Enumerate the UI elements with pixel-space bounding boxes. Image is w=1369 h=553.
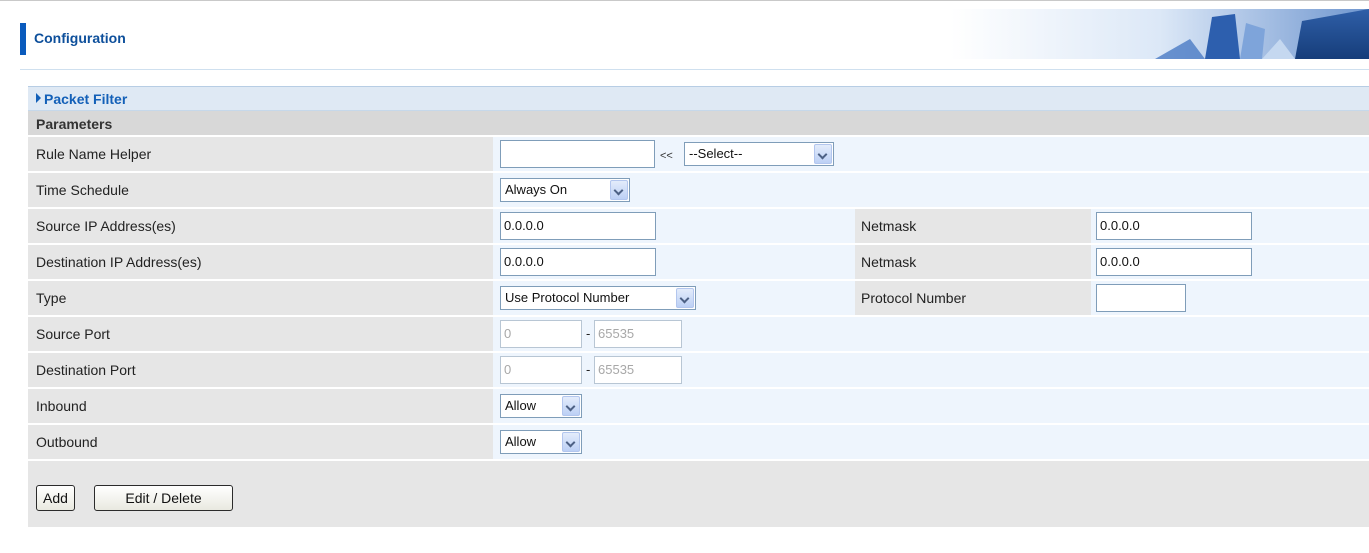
rule-name-input[interactable] (500, 140, 655, 168)
type-select[interactable]: Use Protocol Number (500, 286, 696, 310)
destination-ip-label: Destination IP Address(es) (36, 254, 202, 270)
source-port-to-input[interactable]: 65535 (594, 320, 682, 348)
chevron-down-icon[interactable] (610, 180, 628, 200)
inbound-label: Inbound (36, 398, 87, 414)
parameters-heading: Parameters (36, 116, 113, 132)
row-time-schedule: Time Schedule Always On (28, 173, 1369, 209)
source-port-from-input[interactable]: 0 (500, 320, 582, 348)
add-button[interactable]: Add (36, 485, 75, 511)
row-type: Type Use Protocol Number Protocol Number (28, 281, 1369, 317)
row-source-ip: Source IP Address(es) 0.0.0.0 Netmask 0.… (28, 209, 1369, 245)
page-header: Configuration (0, 1, 1369, 67)
time-schedule-label: Time Schedule (36, 182, 129, 198)
triangle-right-icon (36, 93, 41, 103)
rule-name-helper-select[interactable]: --Select-- (684, 142, 834, 166)
panel-title-bar: Packet Filter (28, 86, 1369, 111)
row-source-port: Source Port 0 - 65535 (28, 317, 1369, 353)
source-port-label: Source Port (36, 326, 110, 342)
rule-name-separator: << (660, 150, 673, 162)
row-destination-ip: Destination IP Address(es) 0.0.0.0 Netma… (28, 245, 1369, 281)
header-separator (20, 69, 1369, 70)
destination-port-dash: - (586, 362, 591, 377)
destination-netmask-label: Netmask (861, 254, 917, 270)
button-bar: Add Edit / Delete (28, 461, 1369, 527)
destination-port-from-input[interactable]: 0 (500, 356, 582, 384)
outbound-select[interactable]: Allow (500, 430, 582, 454)
source-ip-input[interactable]: 0.0.0.0 (500, 212, 656, 240)
panel-title: Packet Filter (44, 91, 128, 107)
source-ip-label: Source IP Address(es) (36, 218, 176, 234)
destination-port-label: Destination Port (36, 362, 136, 378)
time-schedule-select[interactable]: Always On (500, 178, 630, 202)
protocol-number-input[interactable] (1096, 284, 1186, 312)
destination-port-to-input[interactable]: 65535 (594, 356, 682, 384)
destination-ip-input[interactable]: 0.0.0.0 (500, 248, 656, 276)
page-title: Configuration (34, 30, 126, 46)
row-outbound: Outbound Allow (28, 425, 1369, 461)
title-accent-bar (20, 23, 26, 55)
packet-filter-panel: Packet Filter Parameters Rule Name Helpe… (28, 86, 1369, 553)
source-port-dash: - (586, 326, 591, 341)
protocol-number-label: Protocol Number (861, 290, 967, 306)
chevron-down-icon[interactable] (814, 144, 832, 164)
destination-netmask-input[interactable]: 0.0.0.0 (1096, 248, 1252, 276)
edit-delete-button[interactable]: Edit / Delete (94, 485, 233, 511)
chevron-down-icon[interactable] (562, 432, 580, 452)
row-rule-name-helper: Rule Name Helper << --Select-- (28, 137, 1369, 173)
chevron-down-icon[interactable] (562, 396, 580, 416)
rule-name-helper-label: Rule Name Helper (36, 146, 152, 162)
row-destination-port: Destination Port 0 - 65535 (28, 353, 1369, 389)
source-netmask-label: Netmask (861, 218, 917, 234)
source-netmask-input[interactable]: 0.0.0.0 (1096, 212, 1252, 240)
type-label: Type (36, 290, 67, 306)
parameters-header: Parameters (28, 111, 1369, 137)
row-inbound: Inbound Allow (28, 389, 1369, 425)
chevron-down-icon[interactable] (676, 288, 694, 308)
banner-graphic (950, 9, 1369, 59)
outbound-label: Outbound (36, 434, 98, 450)
inbound-select[interactable]: Allow (500, 394, 582, 418)
